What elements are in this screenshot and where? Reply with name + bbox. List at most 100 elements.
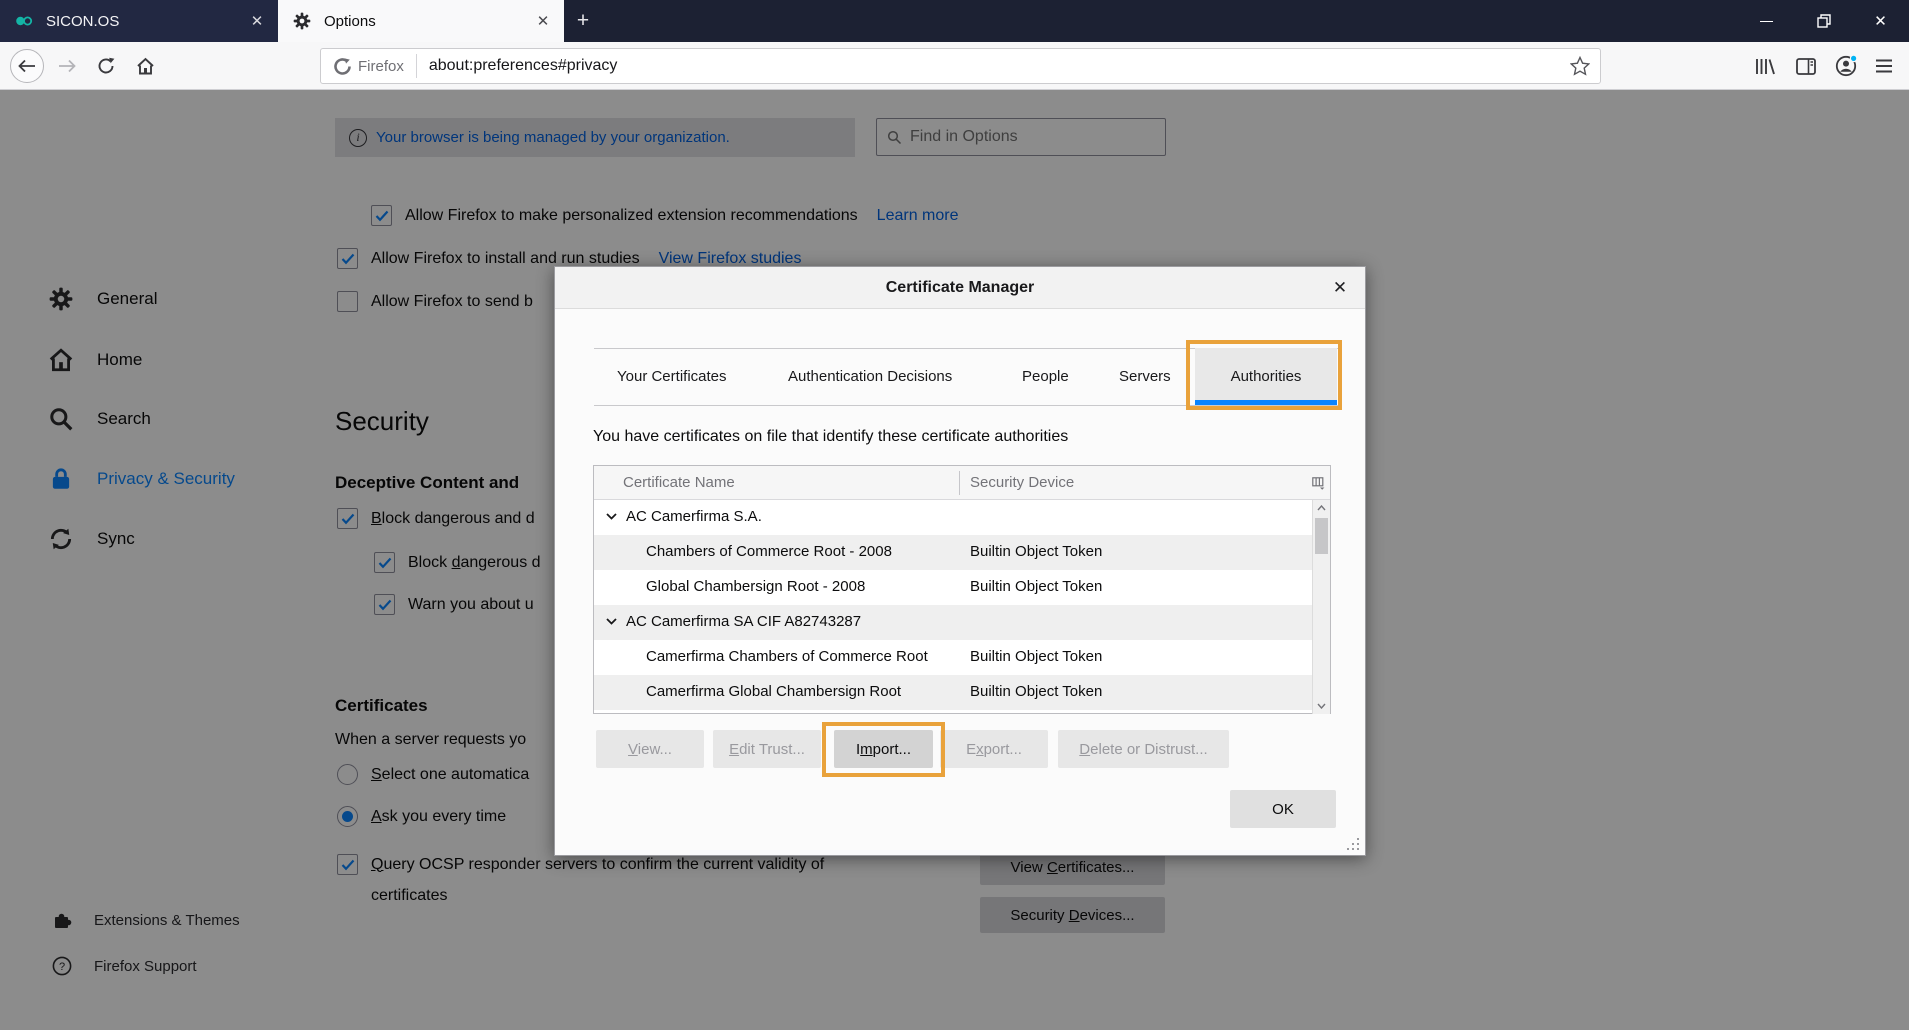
button-label: Delete or Distrust... — [1079, 741, 1207, 758]
column-picker-icon[interactable] — [1308, 472, 1328, 494]
button-label: Security Devices... — [1010, 907, 1134, 924]
radio-label: Select one automatica — [371, 766, 529, 784]
security-device: Builtin Object Token — [970, 543, 1102, 560]
sidebar-item-sync[interactable]: Sync — [48, 526, 135, 552]
chevron-down-icon[interactable] — [606, 513, 617, 520]
library-button[interactable] — [1748, 49, 1782, 83]
close-window-button[interactable]: ✕ — [1852, 0, 1909, 42]
radio-selected[interactable] — [337, 806, 358, 827]
url-text[interactable]: about:preferences#privacy — [417, 57, 1570, 75]
table-scrollbar[interactable] — [1312, 500, 1330, 714]
table-row[interactable]: Chambers of Commerce Root - 2008 Builtin… — [594, 535, 1313, 570]
checkbox-checked[interactable] — [371, 205, 392, 226]
tab-close-icon[interactable]: ✕ — [530, 8, 556, 34]
dialog-header[interactable]: Certificate Manager ✕ — [555, 267, 1365, 309]
managed-by-organization-notice[interactable]: i Your browser is being managed by your … — [335, 118, 855, 157]
certificate-manager-dialog: Certificate Manager ✕ Your Certificates … — [554, 266, 1366, 856]
scroll-down-icon[interactable] — [1313, 698, 1330, 714]
tab-sicon-os[interactable]: SICON.OS ✕ — [0, 0, 278, 42]
button-label: Export... — [966, 741, 1022, 758]
checkbox-checked[interactable] — [337, 508, 358, 529]
tab-close-icon[interactable]: ✕ — [244, 8, 270, 34]
sidebar-item-privacy-security[interactable]: Privacy & Security — [48, 466, 235, 492]
view-button[interactable]: View... — [596, 730, 704, 768]
tab-authentication-decisions[interactable]: Authentication Decisions — [788, 348, 952, 405]
sidebar-label: Extensions & Themes — [94, 912, 240, 929]
forward-button[interactable] — [50, 49, 84, 83]
view-studies-link[interactable]: View Firefox studies — [659, 250, 802, 268]
sidebar-item-general[interactable]: General — [48, 286, 157, 312]
sidebar-toggle-button[interactable] — [1789, 49, 1823, 83]
security-devices-button[interactable]: Security Devices... — [980, 897, 1165, 933]
table-row[interactable]: Camerfirma Global Chambersign Root Built… — [594, 675, 1313, 710]
scroll-up-icon[interactable] — [1313, 500, 1330, 516]
checkbox-checked[interactable] — [337, 854, 358, 875]
chevron-down-icon[interactable] — [606, 618, 617, 625]
learn-more-link[interactable]: Learn more — [877, 207, 959, 225]
certificate-name: Chambers of Commerce Root - 2008 — [646, 543, 892, 560]
radio-unselected[interactable] — [337, 764, 358, 785]
ocsp-row: Query OCSP responder servers to confirm … — [337, 854, 824, 875]
ok-button[interactable]: OK — [1230, 790, 1336, 828]
tab-options[interactable]: Options ✕ — [278, 0, 564, 42]
table-row-group[interactable]: AC Camerfirma S.A. — [594, 500, 1313, 535]
sicon-os-favicon — [14, 11, 34, 31]
checkbox-checked[interactable] — [374, 552, 395, 573]
restore-button[interactable] — [1795, 0, 1852, 42]
checkbox-label: Warn you about u — [408, 596, 534, 614]
url-bar[interactable]: Firefox about:preferences#privacy — [320, 48, 1601, 84]
gear-icon — [48, 286, 74, 312]
checkbox-checked[interactable] — [374, 594, 395, 615]
sidebar-toggle-icon — [1796, 58, 1816, 75]
home-button[interactable] — [128, 49, 162, 83]
tab-title: Options — [324, 13, 530, 30]
checkbox-label: Allow Firefox to make personalized exten… — [405, 207, 858, 225]
reload-icon — [97, 57, 115, 75]
sidebar-label: Home — [97, 350, 142, 370]
sidebar-label: Search — [97, 409, 151, 429]
security-device: Builtin Object Token — [970, 683, 1102, 700]
minimize-button[interactable] — [1738, 0, 1795, 42]
identity-box[interactable]: Firefox — [321, 54, 417, 78]
warn-unwanted-row: Warn you about u — [374, 594, 534, 615]
account-button[interactable] — [1829, 49, 1863, 83]
security-device: Builtin Object Token — [970, 578, 1102, 595]
select-cert-automatically-row: Select one automatica — [337, 764, 529, 785]
column-certificate-name[interactable]: Certificate Name — [623, 474, 735, 491]
edit-trust-button[interactable]: Edit Trust... — [713, 730, 821, 768]
checkbox-unchecked[interactable] — [337, 291, 358, 312]
tab-people[interactable]: People — [1022, 348, 1069, 405]
bookmark-star-icon[interactable] — [1570, 56, 1590, 76]
table-row-group[interactable]: AC Camerfirma SA CIF A82743287 — [594, 605, 1313, 640]
scrollbar-thumb[interactable] — [1315, 518, 1328, 554]
tab-your-certificates[interactable]: Your Certificates — [617, 348, 727, 405]
new-tab-button[interactable]: + — [568, 7, 598, 35]
table-row[interactable]: Camerfirma Chambers of Commerce Root Bui… — [594, 640, 1313, 675]
firefox-logo-icon — [334, 58, 351, 75]
ask-every-time-row: Ask you every time — [337, 806, 506, 827]
certificate-name: Camerfirma Chambers of Commerce Root — [646, 648, 928, 665]
column-security-device[interactable]: Security Device — [970, 474, 1074, 491]
checkbox-checked[interactable] — [337, 248, 358, 269]
sidebar-label: Sync — [97, 529, 135, 549]
tab-servers[interactable]: Servers — [1119, 348, 1171, 405]
delete-or-distrust-button[interactable]: Delete or Distrust... — [1058, 730, 1229, 768]
search-input[interactable] — [910, 128, 1140, 146]
dialog-title: Certificate Manager — [886, 279, 1035, 297]
back-button[interactable] — [10, 49, 44, 83]
reload-button[interactable] — [89, 49, 123, 83]
find-in-options-searchbox[interactable] — [876, 118, 1166, 156]
resize-grip[interactable] — [1347, 838, 1359, 850]
sidebar-item-firefox-support[interactable]: ? Firefox Support — [52, 956, 197, 976]
menu-button[interactable] — [1867, 49, 1901, 83]
sidebar-item-home[interactable]: Home — [48, 347, 142, 373]
column-divider[interactable] — [959, 471, 960, 495]
sidebar-label: General — [97, 289, 157, 309]
dialog-close-icon[interactable]: ✕ — [1327, 275, 1353, 301]
certificates-table: Certificate Name Security Device AC Came… — [593, 465, 1331, 714]
managed-notice-link[interactable]: Your browser is being managed by your or… — [376, 129, 730, 146]
export-button[interactable]: Export... — [940, 730, 1048, 768]
sidebar-item-search[interactable]: Search — [48, 406, 151, 432]
sidebar-item-extensions-themes[interactable]: Extensions & Themes — [52, 910, 240, 930]
table-row[interactable]: Global Chambersign Root - 2008 Builtin O… — [594, 570, 1313, 605]
